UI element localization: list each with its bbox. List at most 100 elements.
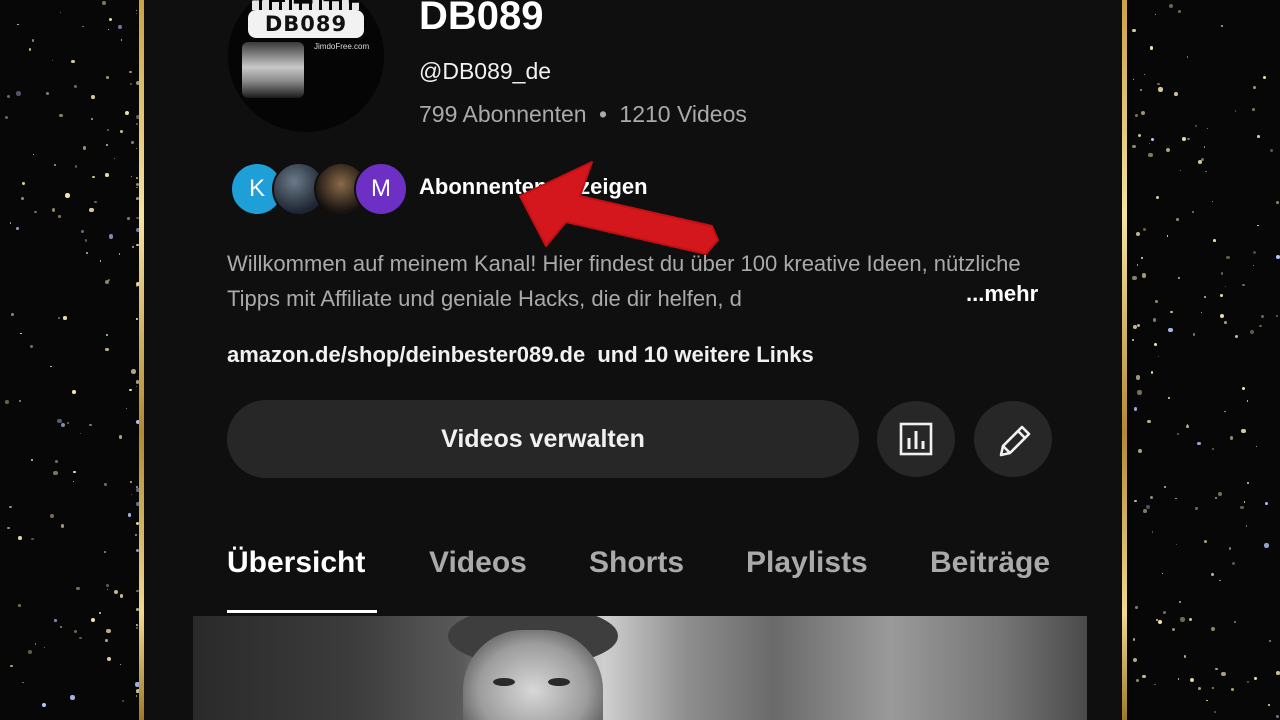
sparkle-dot bbox=[28, 649, 32, 654]
sparkle-background-right bbox=[1132, 0, 1280, 720]
sparkle-dot bbox=[1139, 88, 1143, 91]
sparkle-dot bbox=[65, 193, 70, 198]
sparkle-dot bbox=[1169, 3, 1174, 8]
manage-videos-button[interactable]: Videos verwalten bbox=[227, 400, 859, 478]
sparkle-dot bbox=[1138, 448, 1142, 453]
description-more-button[interactable]: ...mehr bbox=[960, 281, 1039, 307]
sparkle-dot bbox=[30, 537, 34, 541]
sparkle-dot bbox=[1166, 147, 1171, 152]
tab-videos[interactable]: Videos bbox=[429, 546, 527, 580]
sparkle-dot bbox=[84, 239, 88, 242]
sparkle-dot bbox=[80, 433, 82, 435]
sparkle-dot bbox=[1276, 254, 1280, 260]
sparkle-dot bbox=[130, 140, 134, 144]
sparkle-dot bbox=[1260, 315, 1264, 319]
sparkle-dot bbox=[92, 175, 95, 179]
sparkle-dot bbox=[32, 153, 35, 155]
sparkle-dot bbox=[136, 691, 138, 694]
analytics-button[interactable] bbox=[877, 401, 955, 477]
sparkle-dot bbox=[18, 536, 22, 540]
sparkle-dot bbox=[1157, 355, 1160, 358]
featured-video-thumbnail[interactable] bbox=[193, 616, 1087, 720]
sparkle-dot bbox=[42, 702, 47, 707]
sparkle-dot bbox=[1179, 169, 1182, 172]
edit-channel-button[interactable] bbox=[974, 401, 1052, 477]
sparkle-dot bbox=[1235, 335, 1239, 339]
sparkle-dot bbox=[54, 164, 57, 166]
sparkle-dot bbox=[130, 176, 133, 178]
sparkle-dot bbox=[34, 210, 37, 214]
sparkle-dot bbox=[28, 48, 32, 51]
sparkle-dot bbox=[1276, 671, 1280, 676]
sparkle-dot bbox=[59, 11, 61, 14]
sparkle-dot bbox=[1183, 655, 1186, 658]
sparkle-dot bbox=[105, 639, 108, 642]
sparkle-dot bbox=[1175, 497, 1177, 500]
sparkle-dot bbox=[1132, 144, 1137, 149]
channel-page: DB089 JimdoFree.com DB089 @DB089_de 799 … bbox=[144, 0, 1122, 720]
sparkle-dot bbox=[1246, 681, 1249, 684]
sparkle-dot bbox=[1210, 572, 1214, 576]
channel-avatar[interactable]: DB089 JimdoFree.com bbox=[228, 0, 384, 132]
sparkle-dot bbox=[106, 128, 109, 132]
tab-playlists[interactable]: Playlists bbox=[746, 546, 868, 580]
sparkle-dot bbox=[105, 279, 110, 285]
sparkle-dot bbox=[30, 344, 34, 348]
view-subscribers-link[interactable]: Abonnenten anzeigen bbox=[419, 174, 648, 200]
channel-links[interactable]: amazon.de/shop/deinbester089.de und 10 w… bbox=[227, 342, 814, 368]
sparkle-dot bbox=[136, 695, 138, 697]
sparkle-dot bbox=[1136, 231, 1140, 236]
tab-posts[interactable]: Beiträge bbox=[930, 546, 1058, 580]
sparkle-dot bbox=[1234, 620, 1237, 623]
sparkle-dot bbox=[1240, 505, 1244, 510]
sparkle-dot bbox=[1169, 310, 1173, 314]
sparkle-dot bbox=[1195, 507, 1198, 510]
video-count: 1210 Videos bbox=[619, 101, 747, 127]
sparkle-dot bbox=[32, 39, 35, 42]
sparkle-dot bbox=[1153, 342, 1157, 346]
sparkle-dot bbox=[73, 481, 75, 483]
sparkle-dot bbox=[105, 144, 108, 147]
sparkle-dot bbox=[1142, 509, 1147, 513]
sparkle-dot bbox=[66, 421, 69, 424]
avatar-photo bbox=[242, 42, 304, 98]
sparkle-dot bbox=[136, 627, 139, 630]
sparkle-dot bbox=[74, 165, 77, 168]
sparkle-dot bbox=[1245, 525, 1248, 528]
sparkle-dot bbox=[1228, 547, 1231, 550]
sparkle-dot bbox=[55, 460, 58, 463]
sparkle-dot bbox=[106, 584, 110, 587]
sparkle-dot bbox=[129, 388, 132, 392]
sparkle-dot bbox=[1178, 600, 1181, 604]
sparkle-dot bbox=[73, 629, 77, 633]
sparkle-background-left bbox=[0, 0, 140, 720]
stats-separator: • bbox=[598, 101, 608, 127]
tab-shorts[interactable]: Shorts bbox=[589, 546, 684, 580]
primary-link[interactable]: amazon.de/shop/deinbester089.de bbox=[227, 342, 585, 367]
sparkle-dot bbox=[1215, 667, 1218, 671]
sparkle-dot bbox=[1226, 256, 1230, 260]
sparkle-dot bbox=[1136, 375, 1141, 380]
sparkle-dot bbox=[21, 181, 26, 185]
sparkle-dot bbox=[1150, 371, 1154, 374]
sparkle-dot bbox=[1134, 499, 1137, 503]
sparkle-dot bbox=[71, 59, 75, 64]
sparkle-dot bbox=[136, 623, 139, 627]
sparkle-dot bbox=[1206, 127, 1209, 130]
sparkle-dot bbox=[1246, 400, 1249, 402]
sparkle-dot bbox=[1254, 677, 1257, 680]
subscriber-avatars[interactable]: K M bbox=[230, 162, 408, 216]
tab-overview[interactable]: Übersicht bbox=[227, 546, 365, 580]
sparkle-dot bbox=[1136, 679, 1140, 683]
sparkle-dot bbox=[105, 173, 109, 177]
sparkle-dot bbox=[1148, 152, 1153, 158]
sparkle-dot bbox=[43, 647, 46, 649]
sparkle-dot bbox=[54, 619, 57, 622]
sparkle-dot bbox=[19, 400, 21, 402]
sparkle-dot bbox=[1136, 324, 1140, 328]
sparkle-dot bbox=[136, 123, 138, 125]
sparkle-dot bbox=[1152, 318, 1156, 322]
sparkle-dot bbox=[1229, 436, 1234, 440]
more-links[interactable]: und 10 weitere Links bbox=[597, 342, 813, 367]
sparkle-dot bbox=[114, 158, 116, 160]
